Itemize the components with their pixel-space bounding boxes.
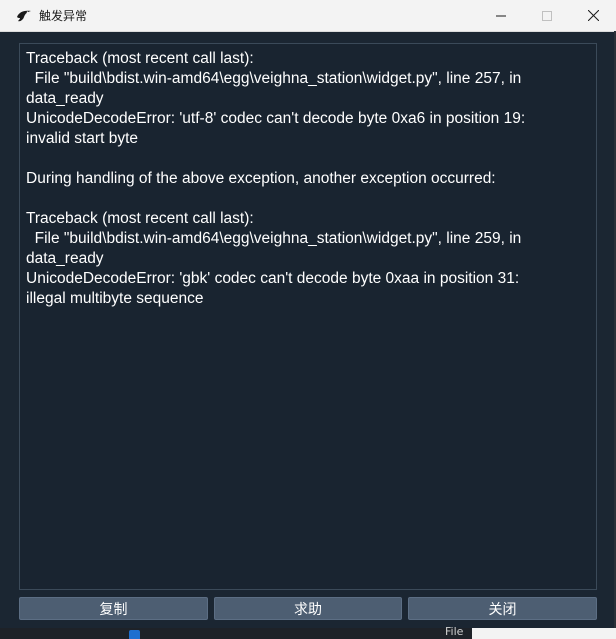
traceback-line: Traceback (most recent call last): (26, 50, 254, 67)
close-dialog-button[interactable]: 关闭 (408, 597, 597, 620)
traceback-line: invalid start byte (26, 130, 138, 147)
traceback-line: File "build\bdist.win-amd64\egg\veighna_… (26, 70, 522, 87)
close-icon (587, 6, 599, 25)
maximize-button[interactable] (524, 0, 570, 31)
traceback-line: UnicodeDecodeError: 'utf-8' codec can't … (26, 110, 526, 127)
traceback-line (26, 189, 590, 209)
background-checkbox-icon (129, 630, 140, 639)
exception-dialog: 触发异常 Traceback (most recent call last): … (0, 0, 616, 639)
background-window-corner (472, 628, 616, 639)
traceback-line: illegal multibyte sequence (26, 290, 204, 307)
traceback-line: Traceback (most recent call last): (26, 210, 254, 227)
minimize-icon (496, 6, 506, 25)
dialog-button-row: 复制 求助 关闭 (19, 597, 597, 620)
traceback-line (26, 149, 590, 169)
window-title: 触发异常 (39, 9, 88, 23)
title-bar[interactable]: 触发异常 (0, 0, 616, 32)
close-button[interactable] (570, 0, 616, 31)
traceback-text-area[interactable]: Traceback (most recent call last): File … (19, 43, 597, 590)
window-controls (478, 0, 616, 31)
copy-button[interactable]: 复制 (19, 597, 208, 620)
traceback-line: During handling of the above exception, … (26, 170, 496, 187)
maximize-icon (542, 6, 552, 25)
traceback-line: UnicodeDecodeError: 'gbk' codec can't de… (26, 270, 520, 287)
help-button[interactable]: 求助 (214, 597, 402, 620)
app-logo-icon (15, 7, 33, 25)
minimize-button[interactable] (478, 0, 524, 31)
traceback-line: data_ready (26, 250, 104, 267)
traceback-line: data_ready (26, 90, 104, 107)
traceback-line: File "build\bdist.win-amd64\egg\veighna_… (26, 230, 522, 247)
background-file-label: File (445, 625, 464, 638)
